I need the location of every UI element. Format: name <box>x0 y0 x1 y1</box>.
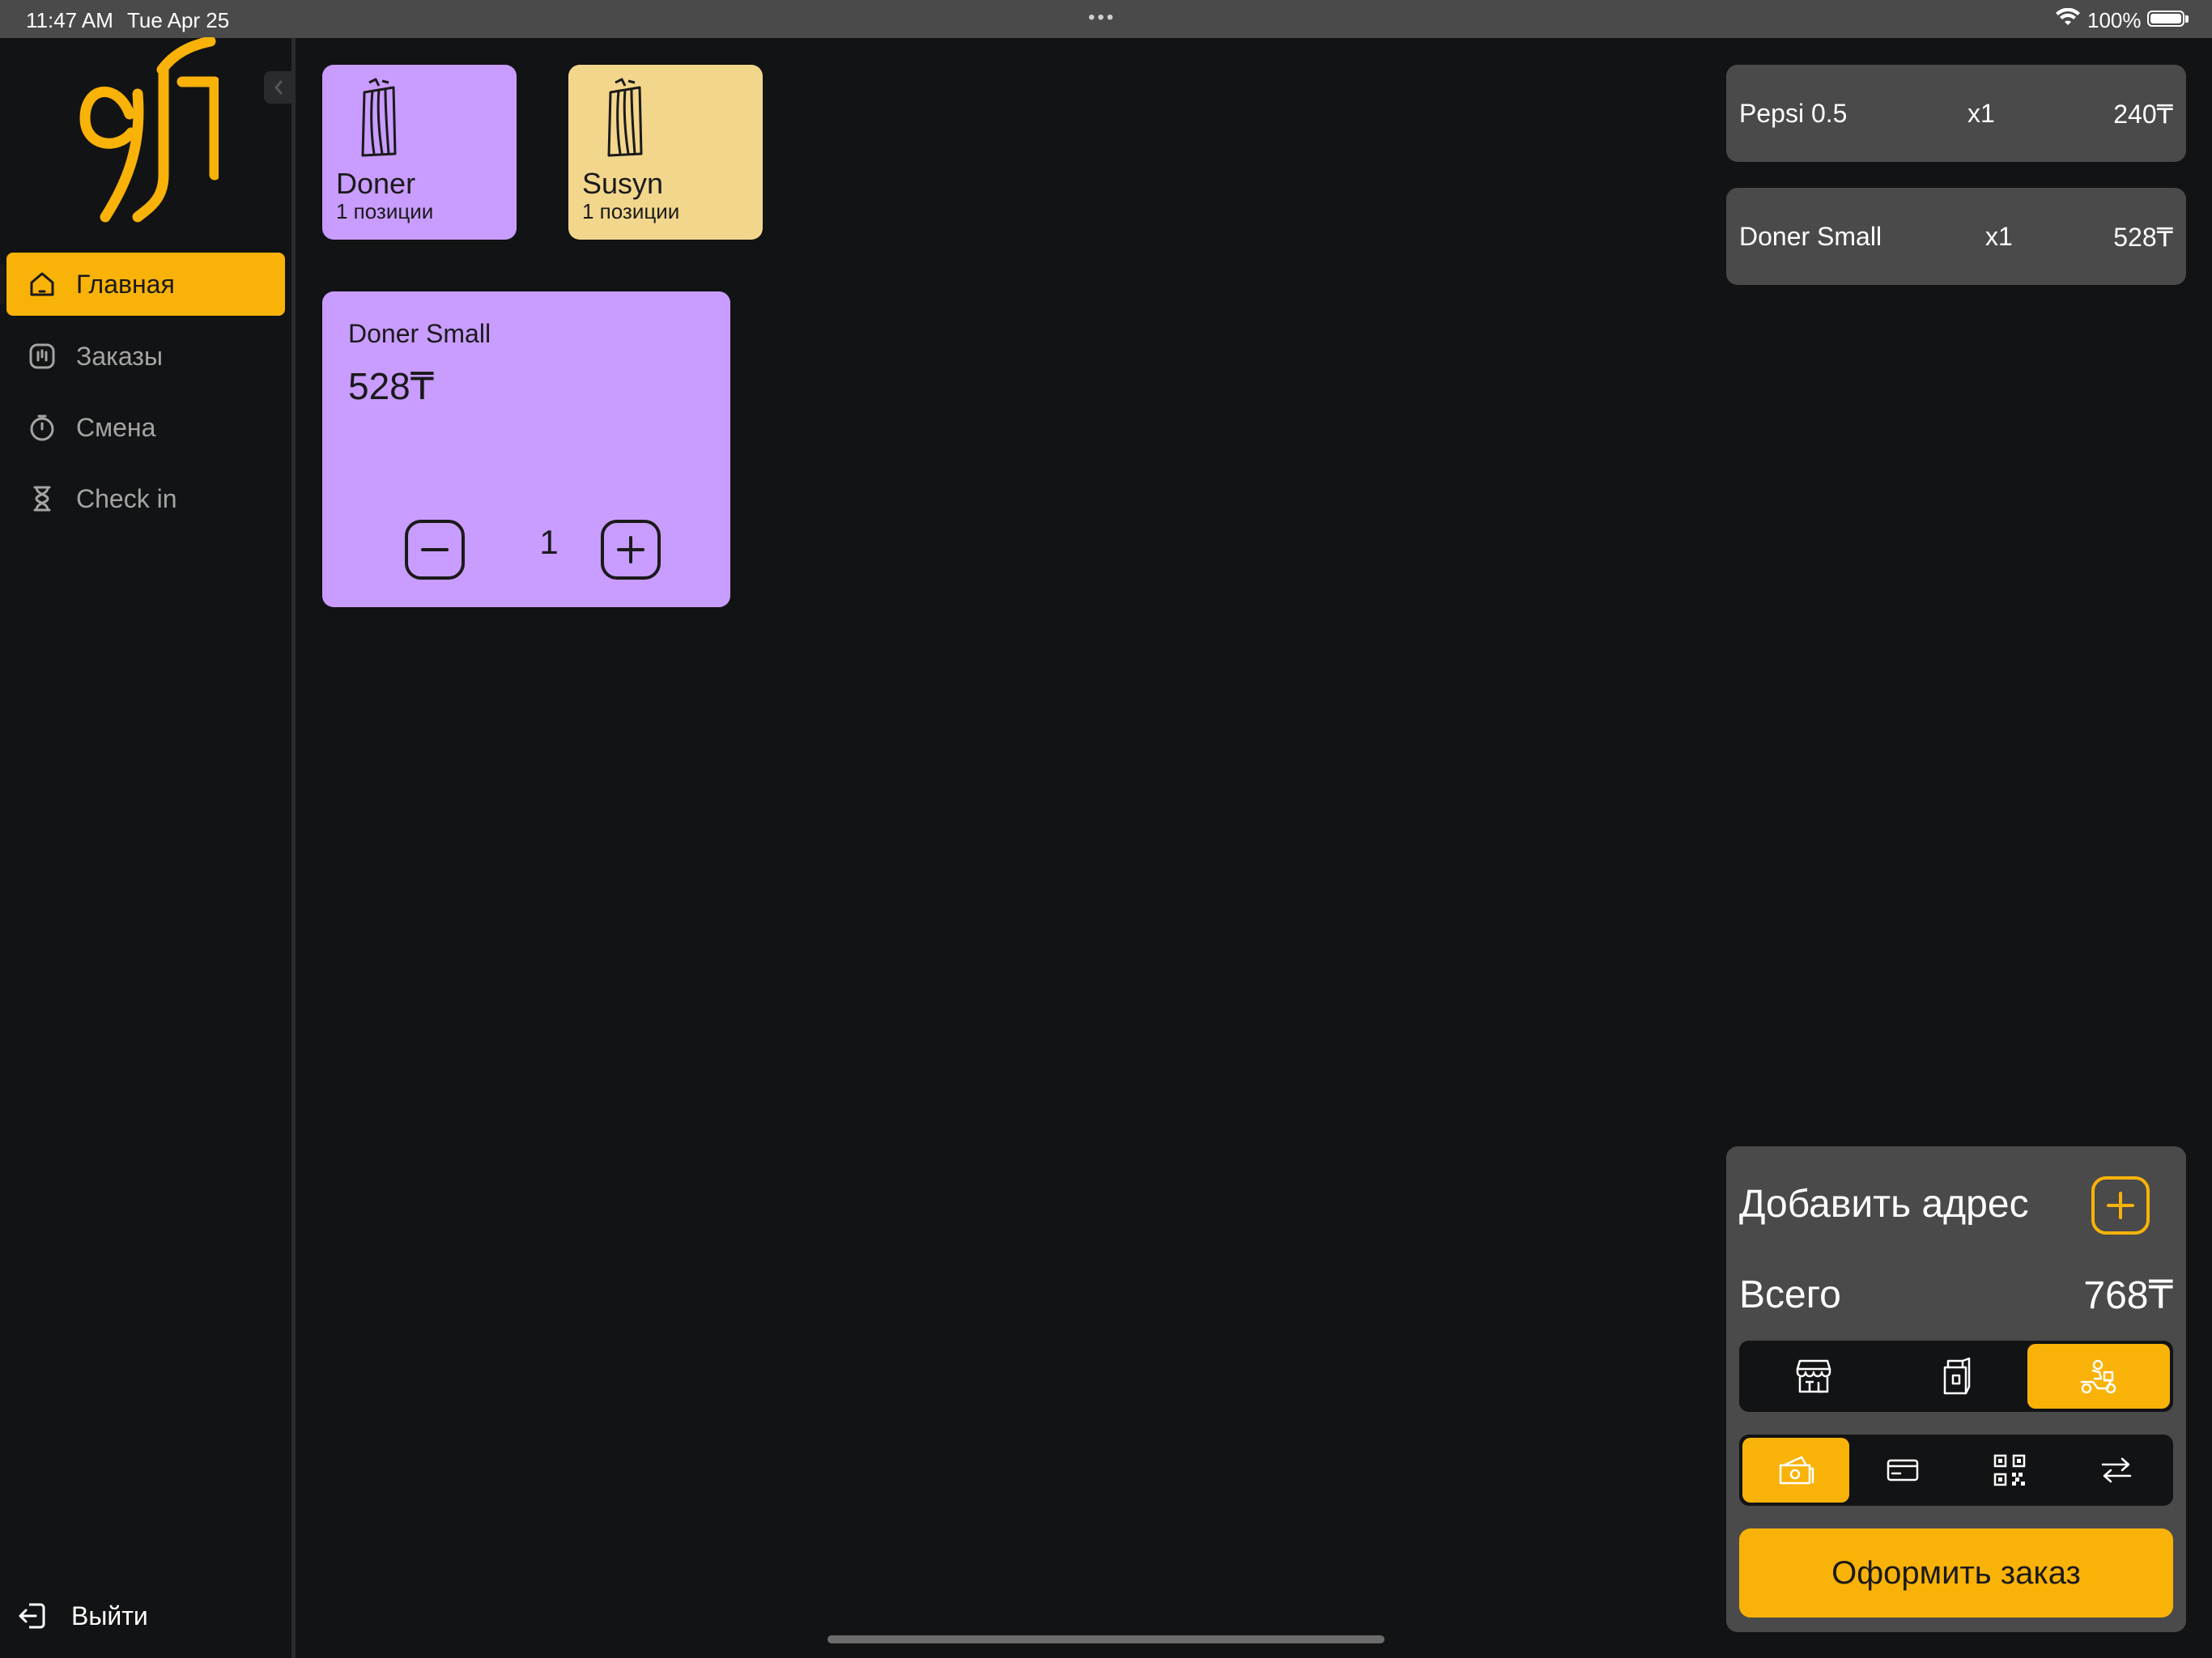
plus-icon <box>2091 1176 2150 1235</box>
chevron-left-icon <box>274 80 283 95</box>
total-label: Всего <box>1739 1273 1841 1316</box>
hourglass-icon <box>26 483 58 515</box>
order-item-qty: x1 <box>1985 222 2013 251</box>
doner-wrap-icon <box>361 78 397 157</box>
order-type-dine-in[interactable] <box>1742 1344 1885 1409</box>
place-order-label: Оформить заказ <box>1831 1554 2081 1591</box>
sidebar-item-label: Check in <box>76 483 177 513</box>
sidebar-item-label: Заказы <box>76 341 163 371</box>
sidebar-item-label: Смена <box>76 412 156 442</box>
order-type-delivery[interactable] <box>2027 1344 2170 1409</box>
payment-cash[interactable] <box>1742 1438 1849 1503</box>
sidebar-item-orders[interactable]: Заказы <box>6 325 285 388</box>
checkout-panel: Добавить адрес Всего 768₸ Оформить заказ <box>1726 1146 2186 1632</box>
category-count: 1 позиции <box>336 199 434 223</box>
payment-qr[interactable] <box>1956 1438 2063 1503</box>
takeaway-bag-icon <box>1943 1357 1971 1395</box>
transfer-icon <box>2101 1457 2132 1483</box>
category-name: Doner <box>336 167 416 200</box>
status-date: Tue Apr 25 <box>127 8 230 32</box>
qr-code-icon <box>1993 1454 2026 1486</box>
battery-icon <box>2147 11 2184 27</box>
home-indicator[interactable] <box>827 1635 1385 1643</box>
status-bar: 11:47 AM Tue Apr 25 ••• 100% <box>0 0 2212 38</box>
order-item-name: Pepsi 0.5 <box>1739 99 1848 128</box>
stopwatch-icon <box>26 411 58 444</box>
order-item-price: 240₸ <box>2113 100 2173 129</box>
add-address-button[interactable] <box>2091 1175 2150 1235</box>
cash-icon <box>1779 1456 1814 1485</box>
sidebar-item-shift[interactable]: Смена <box>6 396 285 459</box>
collapse-sidebar-button[interactable] <box>264 71 293 104</box>
add-address-label: Добавить адрес <box>1739 1183 2029 1226</box>
card-icon <box>1887 1459 1919 1482</box>
multitasking-dots-icon[interactable]: ••• <box>1088 6 1116 29</box>
product-name: Doner Small <box>348 319 491 348</box>
payment-card[interactable] <box>1849 1438 1956 1503</box>
payment-transfer[interactable] <box>2063 1438 2170 1503</box>
brand-logo <box>73 36 220 223</box>
sidebar-item-check-in[interactable]: Check in <box>6 467 285 530</box>
logout-icon <box>15 1598 50 1634</box>
place-order-button[interactable]: Оформить заказ <box>1739 1528 2173 1618</box>
increase-quantity-button[interactable] <box>599 518 662 581</box>
delivery-scooter-icon <box>2080 1359 2116 1394</box>
sidebar-item-label: Главная <box>76 269 175 299</box>
doner-wrap-icon <box>607 78 643 157</box>
product-card-doner-small[interactable]: Doner Small 528₸ 1 <box>322 291 730 607</box>
battery-percentage: 100% <box>2087 8 2142 32</box>
order-item-name: Doner Small <box>1739 222 1882 251</box>
category-doner[interactable]: Doner 1 позиции <box>322 65 517 240</box>
orders-icon <box>26 340 58 372</box>
category-susyn[interactable]: Susyn 1 позиции <box>568 65 763 240</box>
order-item-qty: x1 <box>1967 99 1995 128</box>
order-type-selector <box>1739 1341 2173 1412</box>
quantity-value: 1 <box>539 523 559 561</box>
home-icon <box>26 268 58 300</box>
status-time: 11:47 AM <box>26 8 113 32</box>
order-type-takeaway[interactable] <box>1885 1344 2027 1409</box>
sidebar-divider <box>291 38 296 1658</box>
order-line-item[interactable]: Doner Small x1 528₸ <box>1726 188 2186 285</box>
decrease-quantity-button[interactable] <box>403 518 466 581</box>
order-item-price: 528₸ <box>2113 223 2173 252</box>
order-line-item[interactable]: Pepsi 0.5 x1 240₸ <box>1726 65 2186 162</box>
wifi-icon <box>2055 7 2081 33</box>
category-count: 1 позиции <box>582 199 680 223</box>
product-price: 528₸ <box>348 365 435 407</box>
dine-in-icon <box>1796 1359 1831 1393</box>
minus-icon <box>405 520 465 580</box>
sidebar-item-home[interactable]: Главная <box>0 253 285 316</box>
category-name: Susyn <box>582 167 664 200</box>
plus-icon <box>601 520 661 580</box>
logout-button[interactable]: Выйти <box>8 1598 148 1634</box>
payment-method-selector <box>1739 1435 2173 1506</box>
logout-label: Выйти <box>71 1601 148 1630</box>
total-value: 768₸ <box>2083 1274 2173 1317</box>
